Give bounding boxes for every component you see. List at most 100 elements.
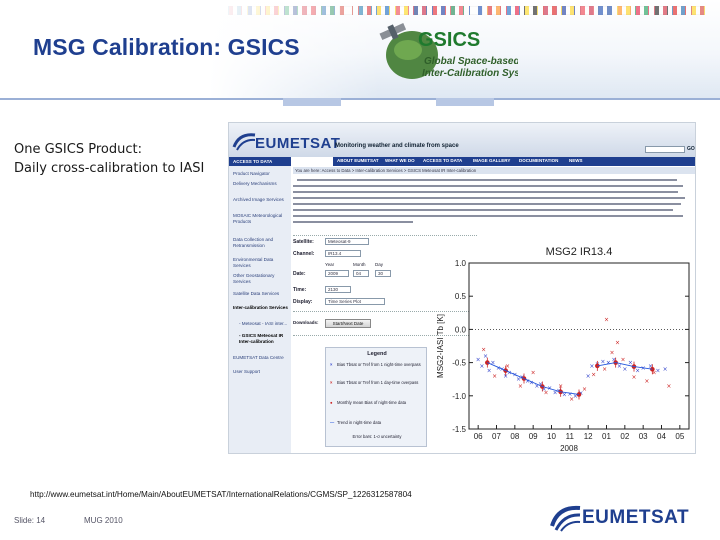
y-tick-label: 0.5: [455, 292, 467, 301]
intro-text: [293, 215, 683, 217]
monthly-mean-point: [485, 360, 490, 365]
data-point: ×: [602, 366, 607, 373]
flag-icon: [487, 6, 501, 15]
slide-title: MSG Calibration: GSICS: [33, 34, 300, 60]
sidebar-item-delivery[interactable]: Delivery Mechanisms: [233, 181, 289, 187]
flag-icon: [690, 6, 705, 15]
satellite-label: Satellite:: [293, 239, 314, 245]
data-point: ×: [518, 383, 523, 390]
flag-icon: [635, 6, 649, 15]
slide: MSG Calibration: GSICS GSICS Global Spac…: [0, 0, 720, 540]
time-select[interactable]: 2130: [325, 286, 351, 293]
intro-text: [293, 191, 678, 193]
nav-documentation[interactable]: DOCUMENTATION: [519, 158, 558, 163]
sidebar-item-mosaic[interactable]: MOSAIC Meteorological Products: [233, 213, 289, 224]
sidebar-item-gsics-ir[interactable]: - GSICS Meteosat IR Inter-calibration: [239, 333, 289, 344]
x-tick-label: 03: [639, 432, 648, 441]
data-point: ×: [644, 378, 649, 385]
nav-access-to-data[interactable]: ACCESS TO DATA: [423, 158, 462, 163]
sidebar-item-geostationary[interactable]: Other Geostationary Services: [233, 273, 289, 284]
data-point: ×: [586, 373, 591, 380]
x-tick-label: 11: [566, 432, 575, 441]
eumetsat-website-screenshot: EUMETSAT Monitoring weather and climate …: [228, 122, 696, 454]
x-tick-label: 07: [492, 432, 501, 441]
sidebar-item-archived[interactable]: Archived Image Services: [233, 197, 289, 203]
x-axis-label: 2008: [560, 444, 578, 453]
website-search-go-button[interactable]: GO: [687, 146, 695, 152]
channel-select[interactable]: IR13.4: [325, 250, 361, 257]
flag-icon: [524, 6, 538, 15]
sidebar-item-intercal[interactable]: Inter-calibration Services: [233, 305, 289, 311]
month-label: Month: [353, 262, 366, 267]
slide-number: Slide: 14: [14, 516, 46, 525]
nav-image-gallery[interactable]: IMAGE GALLERY: [473, 158, 510, 163]
header-tab: [436, 98, 494, 106]
sidebar-item-dcr[interactable]: Data Collection and Retransmission: [233, 237, 289, 248]
website-logo: EUMETSAT: [255, 135, 341, 152]
downloads-label: Downloads:: [293, 320, 319, 325]
legend-row-text: Bias Tbsat or Tref from 1 night-time ove…: [337, 362, 421, 367]
satellite-select[interactable]: Meteosat-9: [325, 238, 369, 245]
website-nav: ABOUT EUMETSAT WHAT WE DO ACCESS TO DATA…: [333, 157, 695, 166]
channel-label: Channel:: [293, 251, 315, 257]
website-tagline: Monitoring weather and climate from spac…: [335, 143, 459, 149]
data-point: ×: [631, 374, 636, 381]
y-tick-label: 1.0: [455, 259, 467, 268]
breadcrumb: You are here: Access to Data > Inter-cal…: [293, 167, 695, 174]
start-next-date-button[interactable]: Start/Next Date: [325, 319, 371, 328]
sidebar-item-satellite-data[interactable]: Satellite Data Services: [233, 291, 289, 297]
plot-legend: Legend × Bias Tbsat or Tref from 1 night-…: [325, 347, 427, 447]
data-point: ×: [666, 383, 671, 390]
flag-icon: [468, 6, 483, 15]
data-point: ×: [569, 396, 574, 403]
sidebar-item-product-navigator[interactable]: Product Navigator: [233, 171, 289, 177]
nav-what-we-do[interactable]: WHAT WE DO: [385, 158, 415, 163]
legend-row: × Bias Tbsat or Tref from 1 night-time ov…: [330, 362, 421, 367]
data-point: ×: [492, 373, 497, 380]
sidebar-item-user-support[interactable]: User Support: [233, 369, 289, 375]
eumetsat-logo-text: EUMETSAT: [582, 507, 690, 528]
flag-icon: [653, 6, 668, 15]
event-name: MUG 2010: [84, 516, 123, 525]
data-point: ×: [543, 389, 548, 396]
year-select[interactable]: 2009: [325, 270, 349, 277]
gsics-logo: GSICS Global Space-based Inter-Calibrati…: [379, 23, 518, 79]
intro-text: [293, 185, 683, 187]
flag-icon: [542, 6, 557, 15]
y-tick-label: -0.5: [452, 359, 466, 368]
intro-text: [293, 209, 673, 211]
legend-row-text: Error bars: 1-σ uncertainty: [352, 434, 402, 439]
data-point: ×: [591, 372, 596, 379]
legend-title: Legend: [367, 351, 387, 357]
sidebar-item-data-centre[interactable]: EUMETSAT Data Centre: [233, 355, 289, 361]
sidebar-heading: ACCESS TO DATA: [229, 157, 291, 166]
product-line-2: Daily cross-calibration to IASI: [14, 161, 205, 176]
data-point: ×: [487, 368, 492, 375]
flag-icon: [672, 6, 686, 15]
sidebar-item-iasi[interactable]: - Meteosat - IASI inter...: [239, 321, 289, 327]
nav-news[interactable]: NEWS: [569, 158, 583, 163]
x-tick-label: 01: [602, 432, 611, 441]
flag-icon: [450, 6, 464, 15]
intro-text: [293, 221, 413, 223]
gsics-logo-line2: Inter-Calibration System: [422, 68, 518, 79]
sidebar-item-environmental[interactable]: Environmental Data Services: [233, 257, 289, 268]
display-select[interactable]: Time Series Plot: [325, 298, 385, 305]
day-select[interactable]: 30: [375, 270, 391, 277]
website-search-input[interactable]: [645, 146, 685, 153]
x-tick-label: 04: [657, 432, 666, 441]
nav-about[interactable]: ABOUT EUMETSAT: [337, 158, 379, 163]
plot-title: MSG2 IR13.4: [546, 246, 613, 258]
y-axis-label: MSG2-IASI Tb [K]: [436, 314, 445, 378]
x-tick-label: 08: [510, 432, 519, 441]
y-tick-label: -1.0: [452, 392, 466, 401]
flag-icon: [598, 6, 612, 15]
source-url[interactable]: http://www.eumetsat.int/Home/Main/AboutE…: [30, 490, 412, 499]
legend-row: — Trend in night-time data: [330, 420, 382, 425]
month-select[interactable]: 04: [353, 270, 369, 277]
data-point: ×: [531, 370, 536, 377]
date-label: Date:: [293, 271, 306, 277]
year-label: Year: [325, 262, 335, 267]
flag-icon: [616, 6, 631, 15]
x-tick-label: 09: [529, 432, 538, 441]
